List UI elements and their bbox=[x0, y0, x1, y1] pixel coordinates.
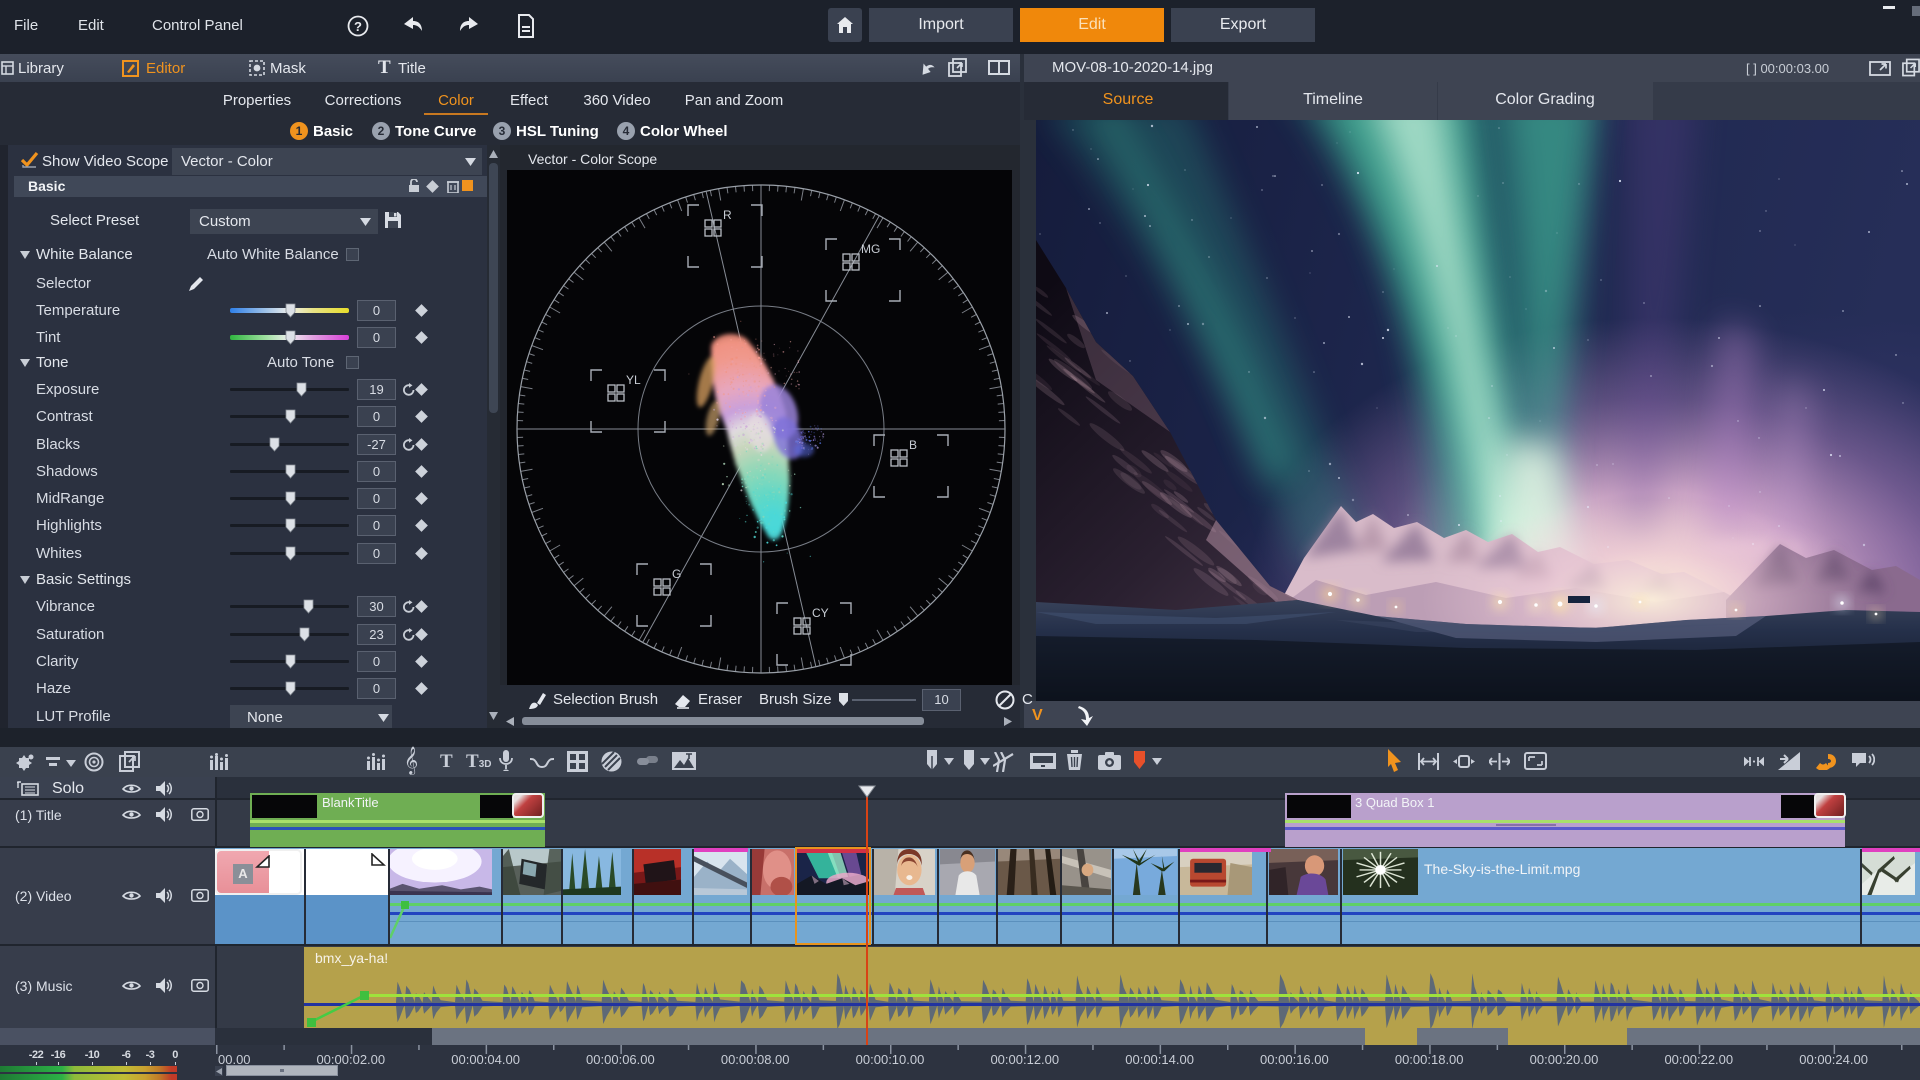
svg-text:YL: YL bbox=[626, 373, 641, 387]
svg-text:CY: CY bbox=[812, 606, 829, 620]
svg-text:G: G bbox=[672, 567, 681, 581]
svg-text:R: R bbox=[723, 208, 732, 222]
svg-text:B: B bbox=[909, 438, 917, 452]
svg-text:MG: MG bbox=[861, 242, 880, 256]
svg-text:?: ? bbox=[354, 19, 362, 34]
